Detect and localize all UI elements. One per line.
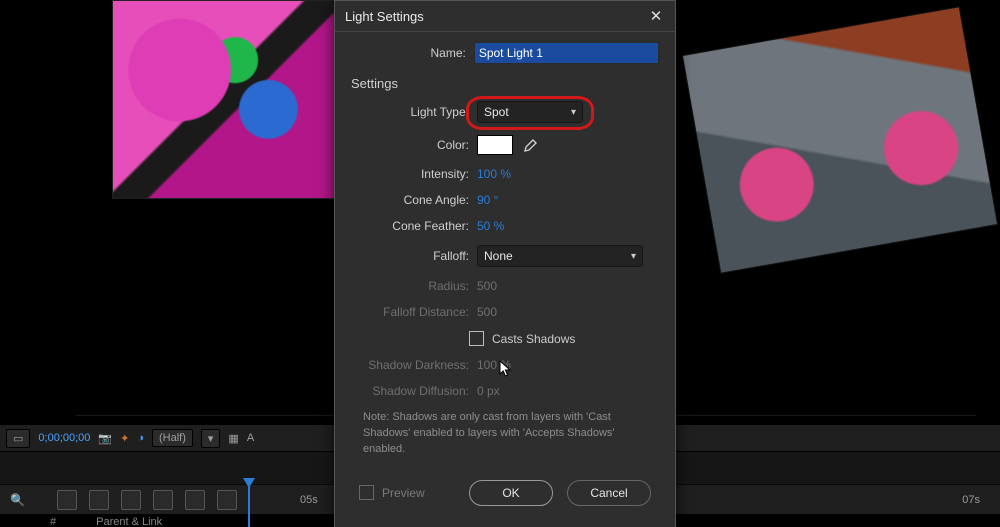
tl-search-icon[interactable]: 🔍 <box>10 493 25 507</box>
light-type-dropdown[interactable]: Spot ▾ <box>477 101 583 123</box>
light-type-value: Spot <box>484 105 509 119</box>
snapshot-icon[interactable]: ✦ <box>120 432 129 445</box>
cancel-button[interactable]: Cancel <box>567 480 651 506</box>
preview-checkbox[interactable]: Preview <box>359 485 425 500</box>
settings-header: Settings <box>351 76 659 91</box>
falloff-distance-value: 500 <box>477 305 497 319</box>
tl-shy-icon[interactable] <box>57 490 77 510</box>
cone-angle-label: Cone Angle: <box>351 193 477 207</box>
name-label: Name: <box>351 46 474 60</box>
shadow-darkness-value: 100 % <box>477 358 511 372</box>
cone-feather-label: Cone Feather: <box>351 219 477 233</box>
timecode[interactable]: 0;00;00;00 <box>38 432 90 444</box>
color-swatch[interactable] <box>477 135 513 155</box>
intensity-label: Intensity: <box>351 167 477 181</box>
preview-label: Preview <box>382 486 425 500</box>
column-headers: # Parent & Link <box>50 516 162 527</box>
falloff-dropdown[interactable]: None ▾ <box>477 245 643 267</box>
col-parent-link: Parent & Link <box>96 516 162 527</box>
view-options[interactable]: ▾ <box>201 429 221 448</box>
tick: 07s <box>962 494 980 512</box>
resolution-dropdown[interactable]: (Half) <box>152 429 193 447</box>
tl-motion-blur-icon[interactable] <box>153 490 173 510</box>
tick: 05s <box>300 494 318 512</box>
tl-graph-icon[interactable] <box>185 490 205 510</box>
close-icon[interactable]: ✕ <box>647 7 665 25</box>
playhead[interactable] <box>248 480 250 527</box>
light-settings-dialog: Light Settings ✕ Name: Settings Light Ty… <box>334 0 676 527</box>
falloff-value: None <box>484 249 513 263</box>
eyedropper-icon[interactable] <box>523 137 539 153</box>
shadow-diffusion-value: 0 px <box>477 384 500 398</box>
cone-feather-value[interactable]: 50 % <box>477 219 504 233</box>
casts-shadows-label[interactable]: Casts Shadows <box>492 332 575 346</box>
falloff-label: Falloff: <box>351 249 477 263</box>
grid-icon[interactable]: ▦ <box>228 432 238 445</box>
color-label: Color: <box>351 138 477 152</box>
name-input[interactable] <box>474 42 659 64</box>
tl-fx-icon[interactable] <box>89 490 109 510</box>
shadow-diffusion-label: Shadow Diffusion: <box>351 384 477 398</box>
camera-icon[interactable]: 📷 <box>98 432 112 445</box>
aspect-chip[interactable]: ▭ <box>6 429 30 448</box>
dialog-titlebar[interactable]: Light Settings ✕ <box>335 1 675 32</box>
mask-icon[interactable]: ◑ <box>137 432 144 444</box>
dialog-title: Light Settings <box>345 9 424 24</box>
tl-frame-blend-icon[interactable] <box>121 490 141 510</box>
cone-angle-value[interactable]: 90 ° <box>477 193 498 207</box>
casts-shadows-checkbox[interactable] <box>469 331 484 346</box>
chevron-down-icon: ▾ <box>631 251 636 262</box>
light-type-label: Light Type: <box>351 105 477 119</box>
shadows-note: Note: Shadows are only cast from layers … <box>363 410 653 458</box>
radius-value: 500 <box>477 279 497 293</box>
channel-icon[interactable]: A <box>247 432 254 444</box>
shadow-darkness-label: Shadow Darkness: <box>351 358 477 372</box>
radius-label: Radius: <box>351 279 477 293</box>
intensity-value[interactable]: 100 % <box>477 167 511 181</box>
tl-3d-icon[interactable] <box>217 490 237 510</box>
ok-button[interactable]: OK <box>469 480 553 506</box>
chevron-down-icon: ▾ <box>571 107 576 118</box>
falloff-distance-label: Falloff Distance: <box>351 305 477 319</box>
